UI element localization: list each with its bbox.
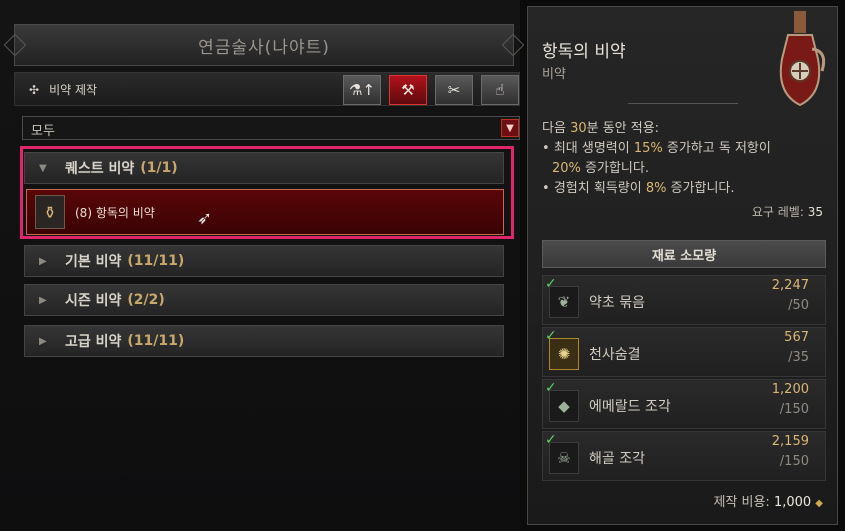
filter-dropdown[interactable]: 모두 ▼: [22, 116, 520, 140]
potion-flask-icon: [779, 11, 826, 107]
category-count: (11/11): [127, 333, 185, 349]
category-count: (11/11): [127, 253, 185, 269]
flask-upgrade-button[interactable]: ⚗↑: [343, 75, 381, 105]
craft-toolbar: ✣ 비약 제작 ⚗↑ ⚒ ✂ ☝: [14, 72, 520, 106]
crafting-cost: 제작 비용: 1,000 ◆: [713, 495, 823, 510]
recipe-item-label: (8) 항독의 비약: [75, 205, 155, 220]
flask-upgrade-icon: ⚗↑: [348, 81, 375, 99]
material-row: ✓ ❦ 약초 묶음 2,247 /50: [542, 275, 826, 325]
gold-coin-icon: ◆: [815, 498, 823, 509]
collapsed-arrow-icon: ▶: [39, 255, 47, 267]
dropdown-arrow-icon[interactable]: ▼: [501, 119, 519, 137]
item-tooltip: 항독의 비약 비약 다음 30분 동안 적용: • 최대 생명력이 15% 증가…: [527, 6, 838, 525]
category-basic-potions[interactable]: ▶ 기본 비약 (11/11): [24, 245, 504, 277]
tools-button[interactable]: ✂: [435, 75, 473, 105]
collapsed-arrow-icon: ▶: [39, 294, 47, 306]
category-label: 고급 비약: [65, 334, 122, 350]
item-type: 비약: [542, 67, 566, 82]
category-label: 기본 비약: [65, 254, 122, 270]
crafting-panel: 연금술사(나야트) ✣ 비약 제작 ⚗↑ ⚒ ✂ ☝ 모두 ▼ ▼ 퀘스트 비약…: [0, 0, 525, 531]
potion-thumbnail-icon: ⚱: [35, 195, 65, 229]
vendor-title-tab: 연금술사(나야트): [3, 24, 525, 66]
materials-header: 재료 소모량: [542, 240, 826, 268]
filter-value: 모두: [31, 124, 55, 139]
material-row: ✓ ☠ 해골 조각 2,159 /150: [542, 431, 826, 481]
emerald-icon: ◆: [549, 390, 579, 422]
craft-category-icon: ✣: [29, 82, 40, 97]
vendor-title: 연금술사(나야트): [198, 37, 330, 58]
category-count: (1/1): [140, 160, 178, 176]
material-row: ✓ ◆ 에메랄드 조각 1,200 /150: [542, 379, 826, 429]
collapsed-arrow-icon: ▶: [39, 335, 47, 347]
category-label: 퀘스트 비약: [65, 161, 135, 177]
mouse-cursor-icon: ➶: [197, 208, 213, 229]
expanded-arrow-icon: ▼: [39, 162, 47, 174]
material-row: ✓ ✺ 천사숨결 567 /35: [542, 327, 826, 377]
item-title: 항독의 비약: [542, 42, 626, 62]
tools-icon: ✂: [447, 81, 461, 99]
divider: [628, 103, 738, 104]
herb-icon: ❦: [549, 286, 579, 318]
skull-icon: ☠: [549, 442, 579, 474]
category-label: 시즌 비약: [65, 293, 122, 309]
toolbar-label: 비약 제작: [49, 83, 98, 97]
ornament-icon: [3, 33, 27, 57]
category-count: (2/2): [127, 292, 165, 308]
category-advanced-potions[interactable]: ▶ 고급 비약 (11/11): [24, 325, 504, 357]
craft-potion-button[interactable]: ⚒: [389, 75, 427, 105]
recipe-item-selected[interactable]: ⚱ (8) 항독의 비약: [26, 189, 504, 235]
ornament-icon: [501, 33, 525, 57]
hand-icon: ☝: [495, 81, 505, 99]
category-quest-potions[interactable]: ▼ 퀘스트 비약 (1/1): [24, 152, 504, 184]
angel-breath-icon: ✺: [549, 338, 579, 370]
salvage-button[interactable]: ☝: [481, 75, 519, 105]
required-level: 요구 레벨: 35: [751, 205, 823, 219]
item-effect-text: 다음 30분 동안 적용: • 최대 생명력이 15% 증가하고 독 저항이 2…: [542, 121, 771, 196]
category-season-potions[interactable]: ▶ 시즌 비약 (2/2): [24, 284, 504, 316]
craft-hammer-icon: ⚒: [401, 81, 415, 99]
